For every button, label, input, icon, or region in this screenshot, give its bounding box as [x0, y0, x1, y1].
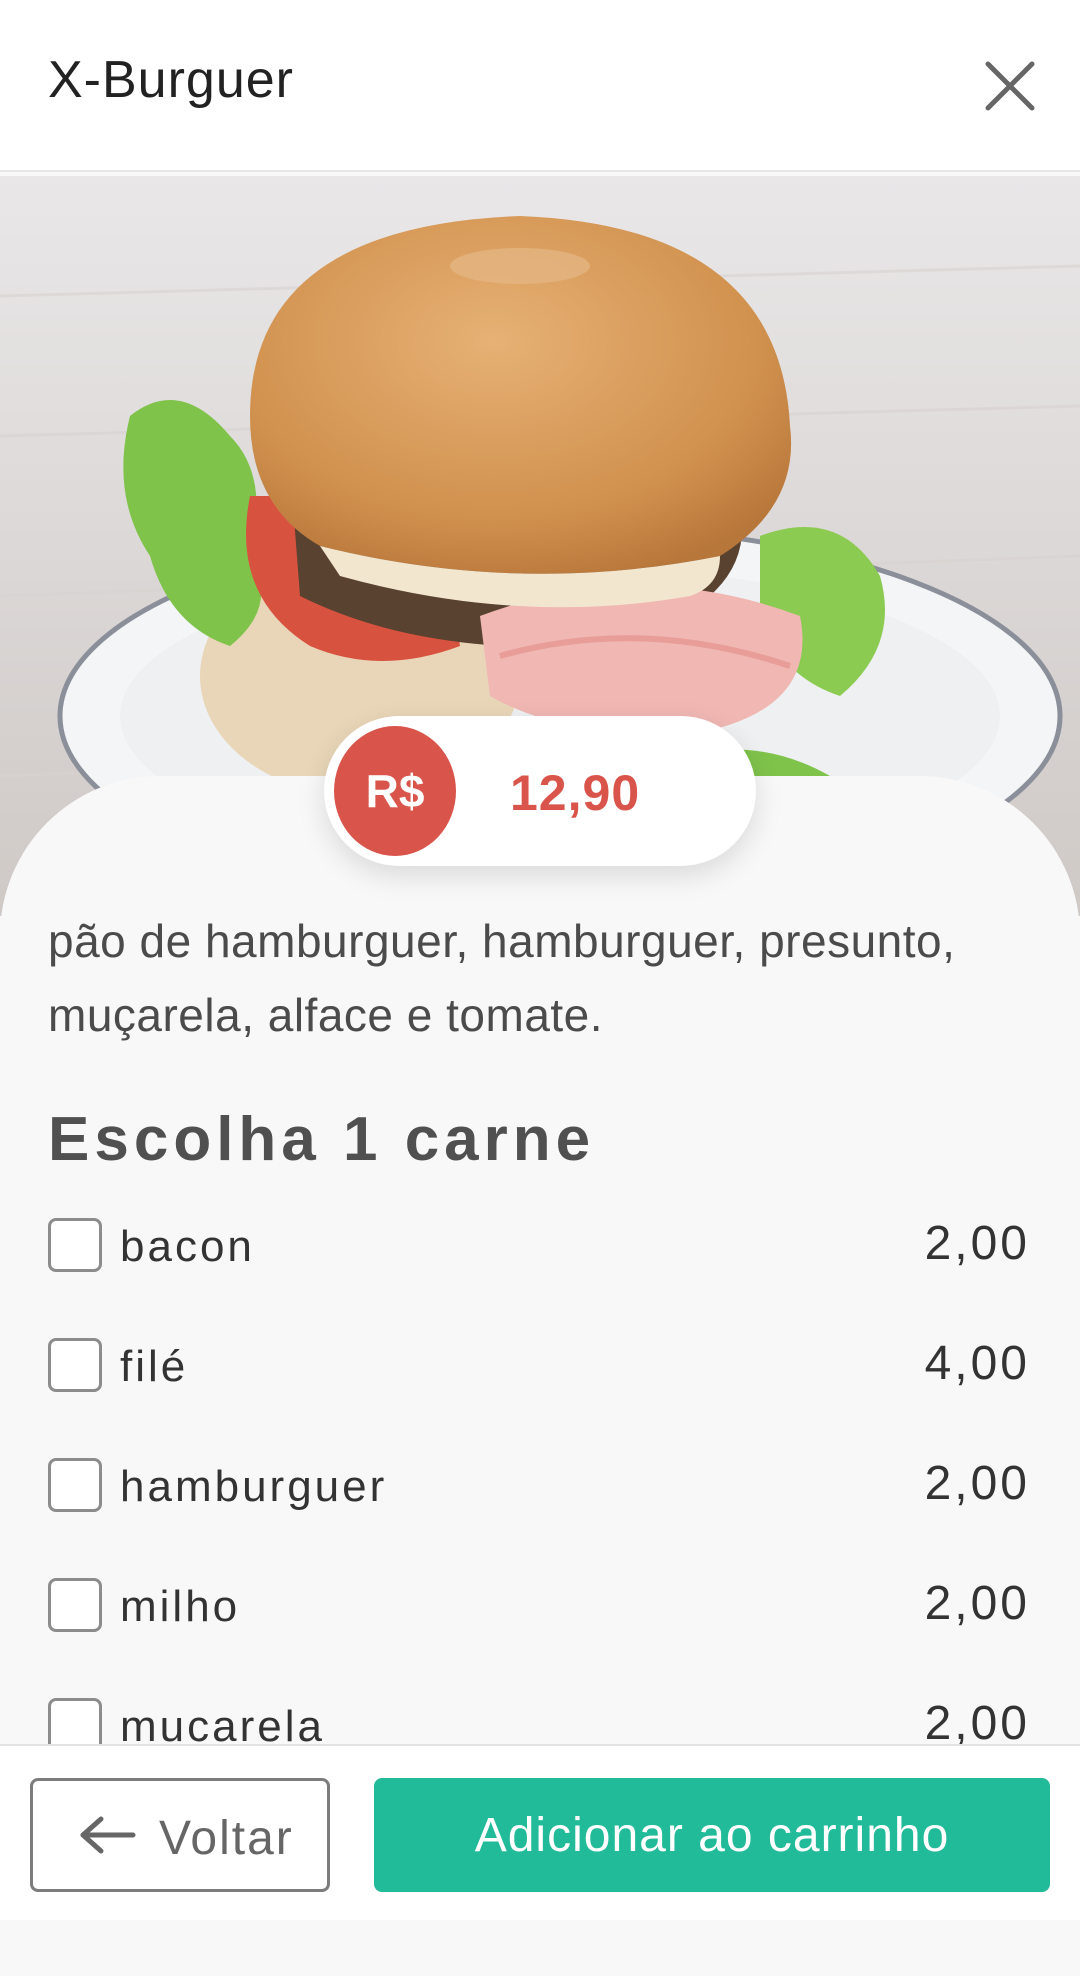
modal-header: X-Burguer [0, 0, 1080, 172]
back-button-label: Voltar [159, 1812, 294, 1865]
option-name: bacon [120, 1222, 255, 1271]
price-badge: R$ 12,90 [324, 716, 756, 866]
option-item[interactable]: bacon 2,00 [0, 1200, 1080, 1320]
option-price: 4,00 [924, 1337, 1030, 1390]
option-name: milho [120, 1582, 241, 1631]
option-price: 2,00 [924, 1217, 1030, 1270]
product-title: X-Burguer [48, 51, 294, 109]
footer-bar: Voltar Adicionar ao carrinho [0, 1744, 1080, 1920]
option-name: mucarela [120, 1702, 325, 1744]
back-button[interactable]: Voltar [30, 1778, 330, 1892]
option-checkbox[interactable] [48, 1218, 102, 1272]
option-name: hamburguer [120, 1462, 388, 1511]
close-button[interactable] [980, 56, 1040, 116]
arrow-left-icon [80, 1816, 136, 1854]
option-price: 2,00 [924, 1577, 1030, 1630]
option-item[interactable]: hamburguer 2,00 [0, 1440, 1080, 1560]
add-to-cart-button[interactable]: Adicionar ao carrinho [374, 1778, 1050, 1892]
close-icon [985, 61, 1035, 111]
options-section-title: Escolha 1 carne [48, 1105, 596, 1174]
option-checkbox[interactable] [48, 1458, 102, 1512]
option-item[interactable]: milho 2,00 [0, 1560, 1080, 1680]
option-price: 2,00 [924, 1457, 1030, 1510]
option-checkbox[interactable] [48, 1698, 102, 1744]
product-price: 12,90 [510, 765, 641, 821]
option-item[interactable]: mucarela 2,00 [0, 1680, 1080, 1744]
options-list: bacon 2,00 filé 4,00 hamburguer 2,00 mil… [0, 1200, 1080, 1744]
option-name: filé [120, 1342, 189, 1391]
option-checkbox[interactable] [48, 1338, 102, 1392]
option-price: 2,00 [924, 1697, 1030, 1744]
currency-badge: R$ [334, 726, 456, 856]
product-description: pão de hamburguer, hamburguer, presunto,… [48, 915, 956, 1041]
option-checkbox[interactable] [48, 1578, 102, 1632]
option-item[interactable]: filé 4,00 [0, 1320, 1080, 1440]
